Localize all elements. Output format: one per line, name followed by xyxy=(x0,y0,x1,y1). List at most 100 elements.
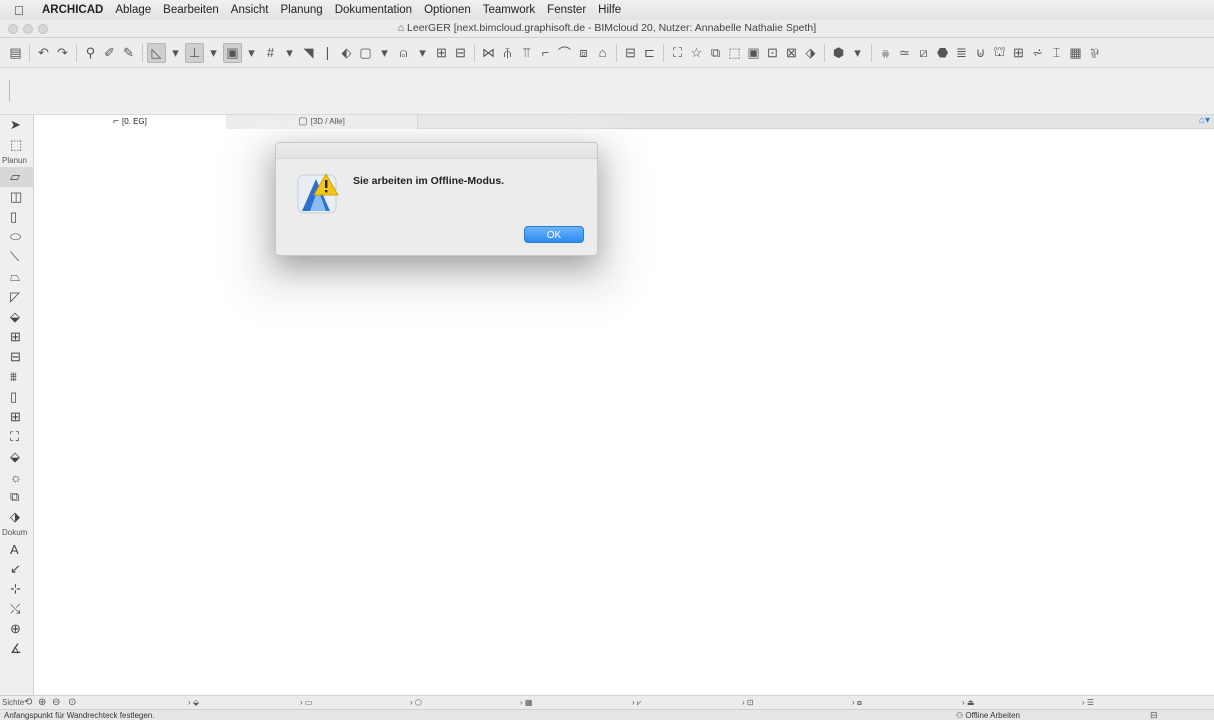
distribute-icon[interactable]: ⊟ xyxy=(451,43,470,63)
section-icon[interactable]: ⧉ xyxy=(0,487,34,507)
menu-teamwork[interactable]: Teamwork xyxy=(477,4,541,16)
chevron-down-icon[interactable]: ▾ xyxy=(280,43,299,63)
ruler-icon[interactable]: ◺ xyxy=(147,42,166,63)
tab-3d[interactable]: ▢ [3D / Alle] xyxy=(226,115,418,129)
curtain-wall-icon[interactable]: ⊟ xyxy=(0,347,34,367)
railing-icon[interactable]: ⬗ xyxy=(0,507,34,527)
menu-hilfe[interactable]: Hilfe xyxy=(592,4,627,16)
mvo-icon[interactable]: › ⩗ xyxy=(632,696,641,710)
rotate-view-icon[interactable]: ⟲ xyxy=(24,696,32,710)
toolbox-group-dokumentation[interactable]: Dokum xyxy=(0,527,33,539)
tab-menu-icon[interactable]: ⌂▾ xyxy=(1199,115,1210,126)
zone-icon[interactable]: ⛶ xyxy=(0,427,34,447)
zoom-in-icon[interactable]: ⊕ xyxy=(38,696,46,710)
teamwork-icon[interactable]: ⊟ xyxy=(1150,710,1158,721)
skylight-icon[interactable]: ⬙ xyxy=(0,307,34,327)
object-icon[interactable]: ▦ xyxy=(1066,43,1085,63)
tab-floor-plan[interactable]: ⌐ [0. EG] xyxy=(34,115,226,129)
grid-icon[interactable]: # xyxy=(261,43,280,63)
section-icon[interactable]: ⊏ xyxy=(640,43,659,63)
chevron-down-icon[interactable]: ▾ xyxy=(166,43,185,63)
explode-icon[interactable]: ⌂ xyxy=(593,43,612,63)
gravity-icon[interactable]: ▣ xyxy=(223,42,242,63)
apple-icon[interactable]:  xyxy=(14,3,36,18)
slab-icon[interactable]: ⬭ xyxy=(0,227,34,247)
shell-icon[interactable]: ◸ xyxy=(0,287,34,307)
detail-icon[interactable]: ⛶ xyxy=(668,43,687,63)
wall-icon[interactable]: ▱ xyxy=(0,167,34,187)
group-icon[interactable]: ⬖ xyxy=(337,43,356,63)
zoom-icon[interactable]: › ☰ xyxy=(1082,696,1094,710)
angle-dimension-icon[interactable]: ∡ xyxy=(0,639,34,659)
chevron-down-icon[interactable]: ▾ xyxy=(413,43,432,63)
pick-up-icon[interactable]: ⚲ xyxy=(81,43,100,63)
undo-icon[interactable]: ↶ xyxy=(34,43,53,63)
curtain-icon[interactable]: ⧄ xyxy=(914,43,933,63)
railing-icon[interactable]: ≃ xyxy=(895,43,914,63)
zone-icon[interactable]: ⛫ xyxy=(990,43,1009,63)
chevron-down-icon[interactable]: ▾ xyxy=(242,43,261,63)
morph-icon[interactable]: ⬙ xyxy=(0,447,34,467)
radial-dimension-icon[interactable]: ⊕ xyxy=(0,619,34,639)
guide-icon[interactable]: ⊥ xyxy=(185,42,204,63)
stair-icon[interactable]: ⩷ xyxy=(876,43,895,63)
shell-icon[interactable]: ≣ xyxy=(952,43,971,63)
redo-icon[interactable]: ↷ xyxy=(53,43,72,63)
beam-icon[interactable]: ⟍ xyxy=(0,247,34,267)
favorite-icon[interactable]: ☆ xyxy=(687,43,706,63)
info-box-grip[interactable] xyxy=(9,80,10,102)
pen-set-icon[interactable]: › ▦ xyxy=(520,696,532,710)
inject-icon[interactable]: ✎ xyxy=(119,43,138,63)
pen-icon[interactable]: ⬗ xyxy=(801,43,820,63)
toolbox-group-planung[interactable]: Planun xyxy=(0,155,33,167)
level-dimension-icon[interactable]: ⤯ xyxy=(0,599,34,619)
elevation-icon[interactable]: ⊟ xyxy=(621,43,640,63)
fillet-icon[interactable]: ⌒ xyxy=(555,43,574,63)
label-icon[interactable]: ↙ xyxy=(0,559,34,579)
frame-icon[interactable]: ▢ xyxy=(356,43,375,63)
menu-bearbeiten[interactable]: Bearbeiten xyxy=(157,4,225,16)
lamp-icon[interactable]: ☼ xyxy=(0,467,34,487)
morph-icon[interactable]: ⬣ xyxy=(933,43,952,63)
3d-icon[interactable]: ⬢ xyxy=(829,43,848,63)
suspend-group-icon[interactable]: ❘ xyxy=(318,43,337,63)
structural-icon[interactable]: › ⬡ xyxy=(410,696,422,710)
fit-window-icon[interactable]: ⊙ xyxy=(68,696,76,710)
intersect-icon[interactable]: ⌐ xyxy=(536,43,555,63)
arrow-select-icon[interactable]: ➤ xyxy=(0,115,34,135)
menu-dokumentation[interactable]: Dokumentation xyxy=(329,4,418,16)
trim-icon[interactable]: ⋈ xyxy=(479,43,498,63)
offline-status[interactable]: ⚇ Offline Arbeiten xyxy=(956,710,1020,721)
menu-optionen[interactable]: Optionen xyxy=(418,4,477,16)
layer-combo-icon[interactable]: › ⬙ xyxy=(188,696,199,710)
snap-icon[interactable]: ◥ xyxy=(299,43,318,63)
menu-planung[interactable]: Planung xyxy=(275,4,329,16)
menu-ansicht[interactable]: Ansicht xyxy=(225,4,275,16)
save-icon[interactable]: ▤ xyxy=(6,43,25,63)
mesh-icon[interactable]: ⊞ xyxy=(0,407,34,427)
lamp-icon[interactable]: ⅌ xyxy=(1085,43,1104,63)
menu-fenster[interactable]: Fenster xyxy=(541,4,592,16)
split-icon[interactable]: ⫚ xyxy=(498,43,517,63)
text-icon[interactable]: A xyxy=(0,539,34,559)
view-icon[interactable]: ▣ xyxy=(744,43,763,63)
offset-icon[interactable]: ⧈ xyxy=(574,43,593,63)
marquee-icon[interactable]: ⬚ xyxy=(0,135,34,155)
window-icon[interactable]: ⊞ xyxy=(0,327,34,347)
chevron-down-icon[interactable]: ▾ xyxy=(204,43,223,63)
beam-icon[interactable]: ⩫ xyxy=(1028,43,1047,63)
layer-icon[interactable]: ⧉ xyxy=(706,43,725,63)
door-icon[interactable]: ◫ xyxy=(0,187,34,207)
adjust-icon[interactable]: ⫪ xyxy=(517,43,536,63)
menu-ablage[interactable]: Ablage xyxy=(109,4,157,16)
chevron-down-icon[interactable]: ▾ xyxy=(848,43,867,63)
mesh-icon[interactable]: ⊞ xyxy=(1009,43,1028,63)
object-icon[interactable]: ▯ xyxy=(0,387,34,407)
column-icon[interactable]: ▯ xyxy=(0,207,34,227)
dimension-icon[interactable]: ⊹ xyxy=(0,579,34,599)
scale-icon[interactable]: › ▭ xyxy=(300,696,312,710)
override-icon[interactable]: › ⊡ xyxy=(742,696,754,710)
renovation-icon[interactable]: › ⧇ xyxy=(852,696,862,710)
model-icon[interactable]: ⬚ xyxy=(725,43,744,63)
chevron-down-icon[interactable]: ▾ xyxy=(375,43,394,63)
